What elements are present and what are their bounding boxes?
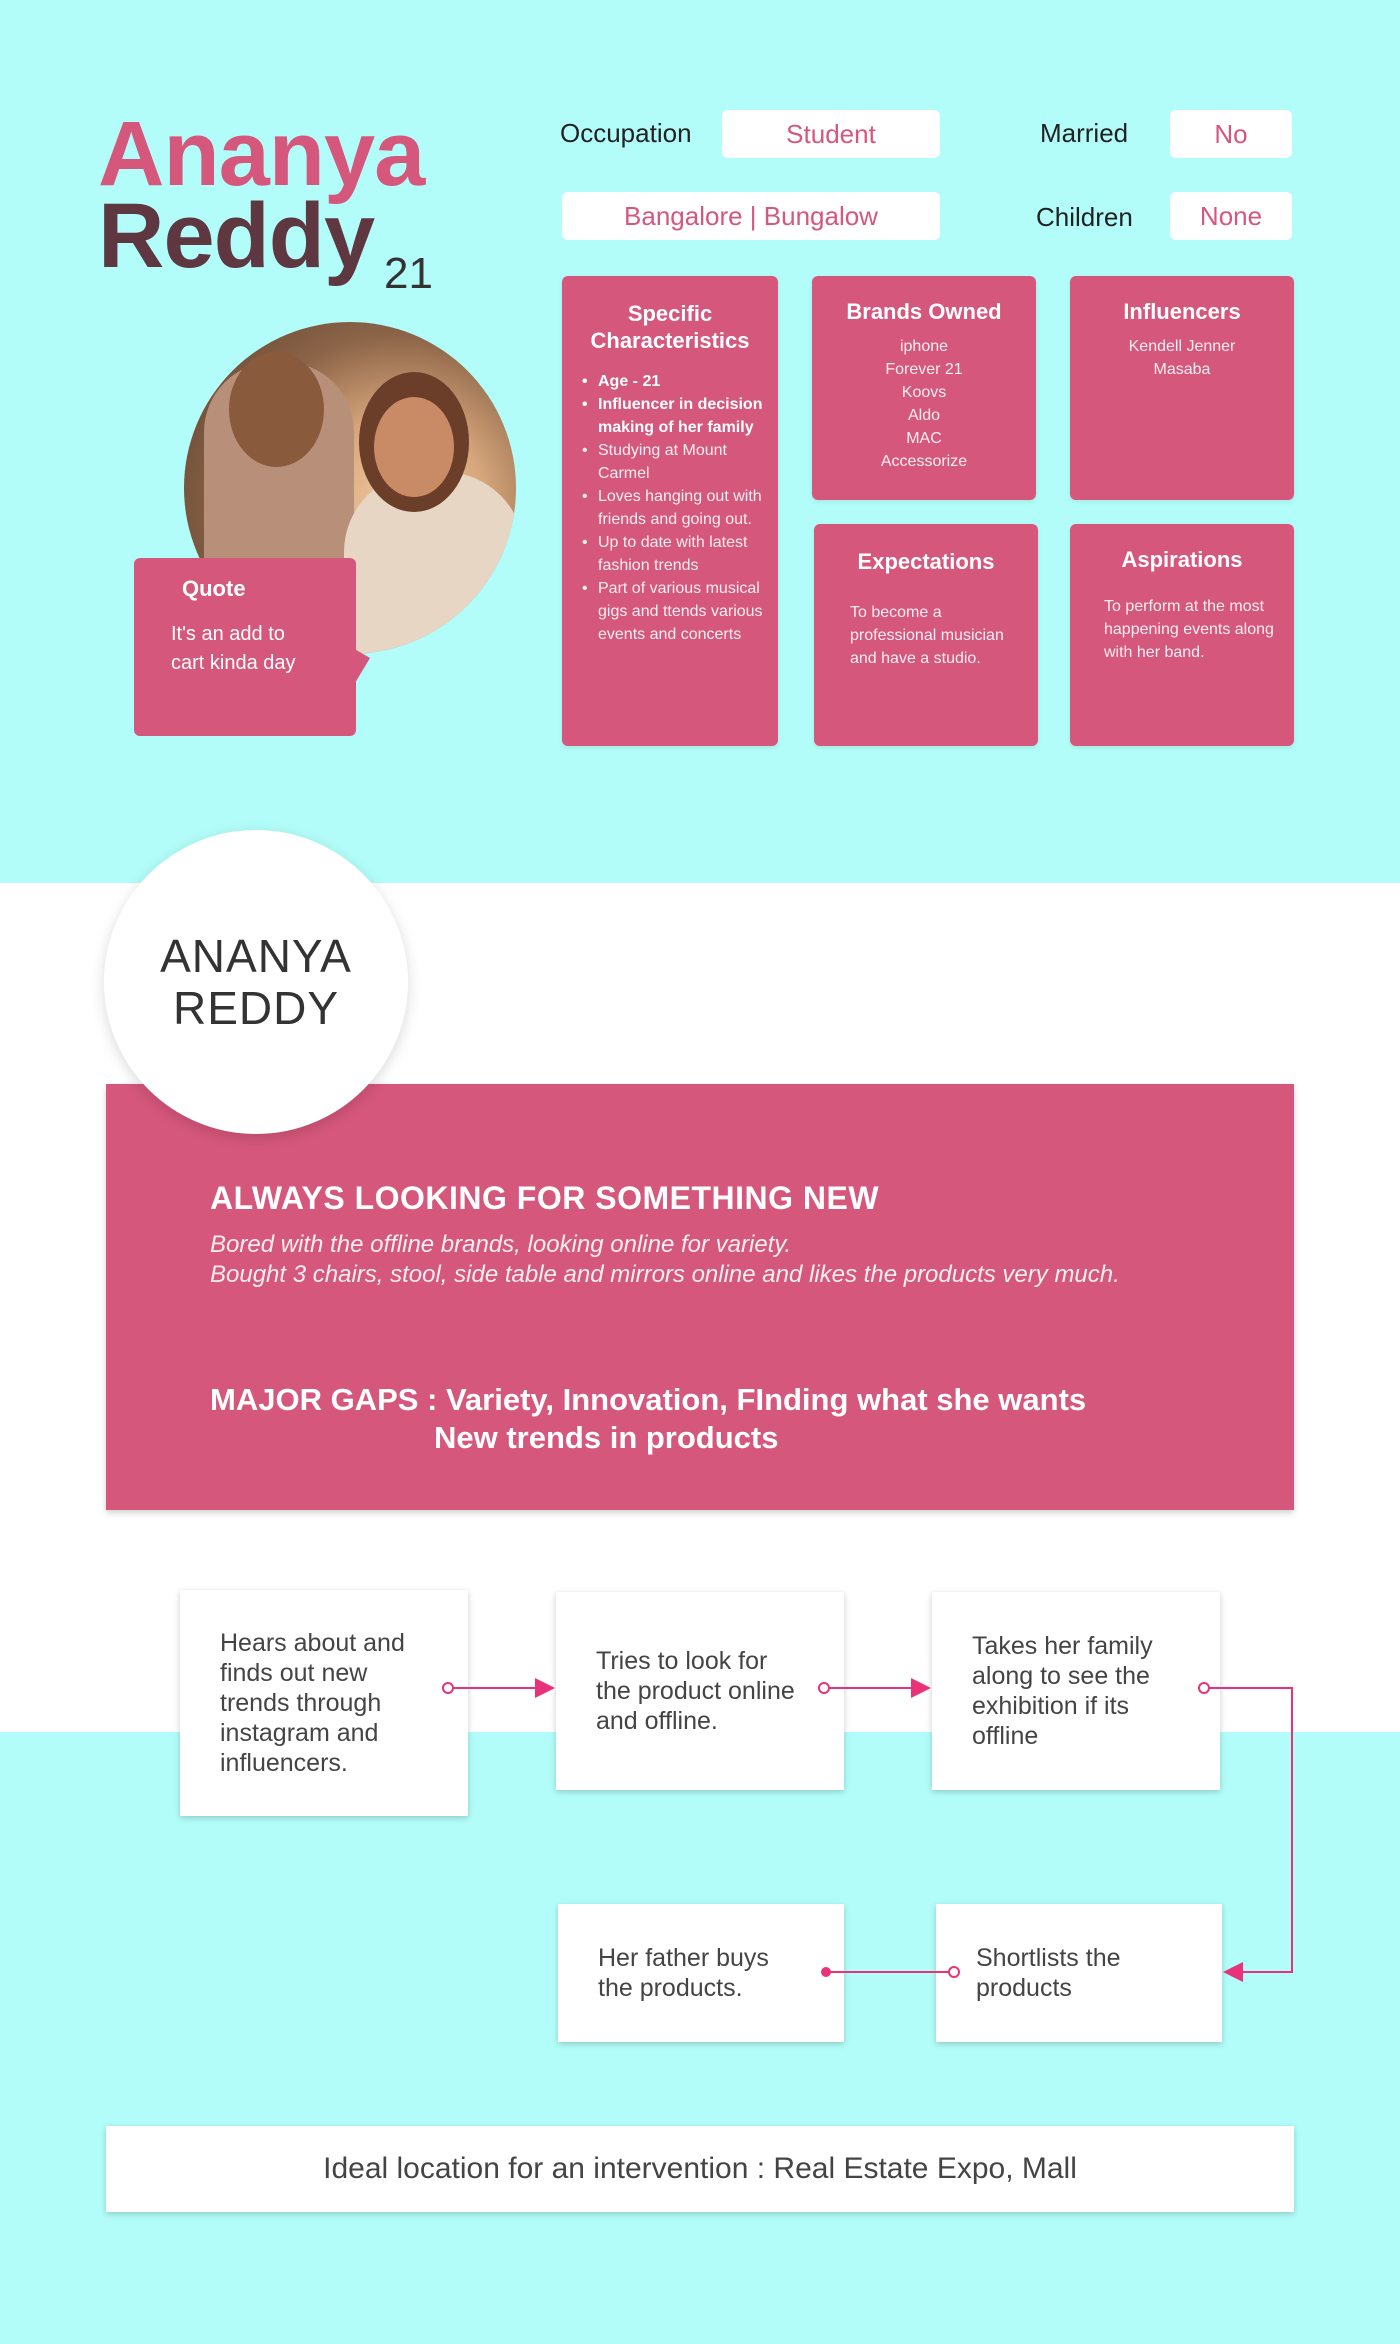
quote-title: Quote (182, 576, 246, 601)
expectations-title: Expectations (857, 549, 995, 574)
list-item: Accessorize (880, 453, 968, 470)
occupation-label: Occupation (560, 118, 692, 148)
journey-step-text: Her father buys the products. (598, 1944, 769, 2002)
influencers-title: Influencers (1123, 299, 1241, 324)
journey-step-1: Hears about and finds out new trends thr… (180, 1590, 468, 1816)
journey-step-2: Tries to look for the product online and… (556, 1592, 844, 1790)
name-badge-line1: ANANYA (160, 930, 352, 982)
photo-figure-persona-face (374, 397, 454, 497)
quote-text: It's an add to cart kinda day (171, 623, 296, 674)
insight-heading: ALWAYS LOOKING FOR SOMETHING NEW (210, 1180, 880, 1216)
persona-name-badge: ANANYA REDDY (104, 830, 408, 1134)
list-item: MAC (906, 430, 942, 447)
list-item: Aldo (907, 407, 941, 424)
list-item: Part of various musical gigs and ttends … (580, 577, 764, 646)
persona-last-name: Reddy (98, 185, 375, 287)
brands-title: Brands Owned (846, 299, 1002, 324)
insight-body: Bored with the offline brands, looking o… (210, 1230, 1120, 1290)
journey-step-text: Tries to look for the product online and… (596, 1647, 795, 1735)
insight-box: ALWAYS LOOKING FOR SOMETHING NEW Bored w… (106, 1084, 1294, 1510)
name-badge-line2: REDDY (172, 982, 340, 1034)
list-item: Forever 21 (885, 361, 963, 378)
major-gaps-line2: New trends in products (434, 1420, 779, 1455)
insight-line-1: Bored with the offline brands, looking o… (210, 1231, 792, 1258)
expectations-text: To become a professional musician and ha… (850, 604, 1004, 667)
journey-step-4: Shortlists the products (936, 1904, 1222, 2042)
insight-line-2: Bought 3 chairs, stool, side table and m… (210, 1261, 1120, 1288)
aspirations-card: Aspirations To perform at the most happe… (1070, 524, 1294, 746)
list-item: Loves hanging out with friends and going… (580, 485, 764, 531)
brands-card: Brands Owned iphone Forever 21 Koovs Ald… (812, 276, 1036, 500)
list-item: Influencer in decision making of her fam… (580, 393, 764, 439)
location-value: Bangalore | Bungalow (562, 192, 940, 240)
characteristics-list: Age - 21 Influencer in decision making o… (580, 370, 764, 646)
married-value: No (1170, 110, 1292, 158)
list-item: Studying at Mount Carmel (580, 439, 764, 485)
children-label: Children (1036, 202, 1133, 232)
characteristics-title-line1: Specific (627, 301, 713, 326)
list-item: Kendell Jenner (1128, 338, 1236, 355)
married-label: Married (1040, 118, 1129, 148)
influencers-list: Kendell Jenner Masaba (1070, 335, 1294, 381)
journey-step-3: Takes her family along to see the exhibi… (932, 1592, 1220, 1790)
list-item: Age - 21 (580, 370, 764, 393)
persona-age: 21 (384, 249, 433, 298)
aspirations-title: Aspirations (1121, 547, 1243, 572)
characteristics-card: Specific Characteristics Age - 21 Influe… (562, 276, 778, 746)
quote-bubble: Quote It's an add to cart kinda day (134, 558, 356, 736)
journey-step-text: Takes her family along to see the exhibi… (972, 1632, 1153, 1750)
expectations-card: Expectations To become a professional mu… (814, 524, 1038, 746)
occupation-value: Student (722, 110, 940, 158)
characteristics-title-line2: Characteristics (590, 328, 750, 353)
major-gaps-line1: MAJOR GAPS : Variety, Innovation, FIndin… (210, 1382, 1087, 1417)
journey-step-5: Her father buys the products. (558, 1904, 844, 2042)
aspirations-text: To perform at the most happening events … (1104, 598, 1274, 661)
influencers-card: Influencers Kendell Jenner Masaba (1070, 276, 1294, 500)
children-value: None (1170, 192, 1292, 240)
list-item: Masaba (1153, 361, 1211, 378)
brands-list: iphone Forever 21 Koovs Aldo MAC Accesso… (812, 335, 1036, 473)
list-item: Koovs (901, 384, 947, 401)
journey-step-text: Shortlists the products (976, 1944, 1121, 2002)
journey-step-text: Hears about and finds out new trends thr… (220, 1629, 405, 1777)
intervention-location: Ideal location for an intervention : Rea… (106, 2126, 1294, 2212)
list-item: iphone (899, 338, 949, 355)
photo-figure-father-head (229, 352, 324, 467)
list-item: Up to date with latest fashion trends (580, 531, 764, 577)
